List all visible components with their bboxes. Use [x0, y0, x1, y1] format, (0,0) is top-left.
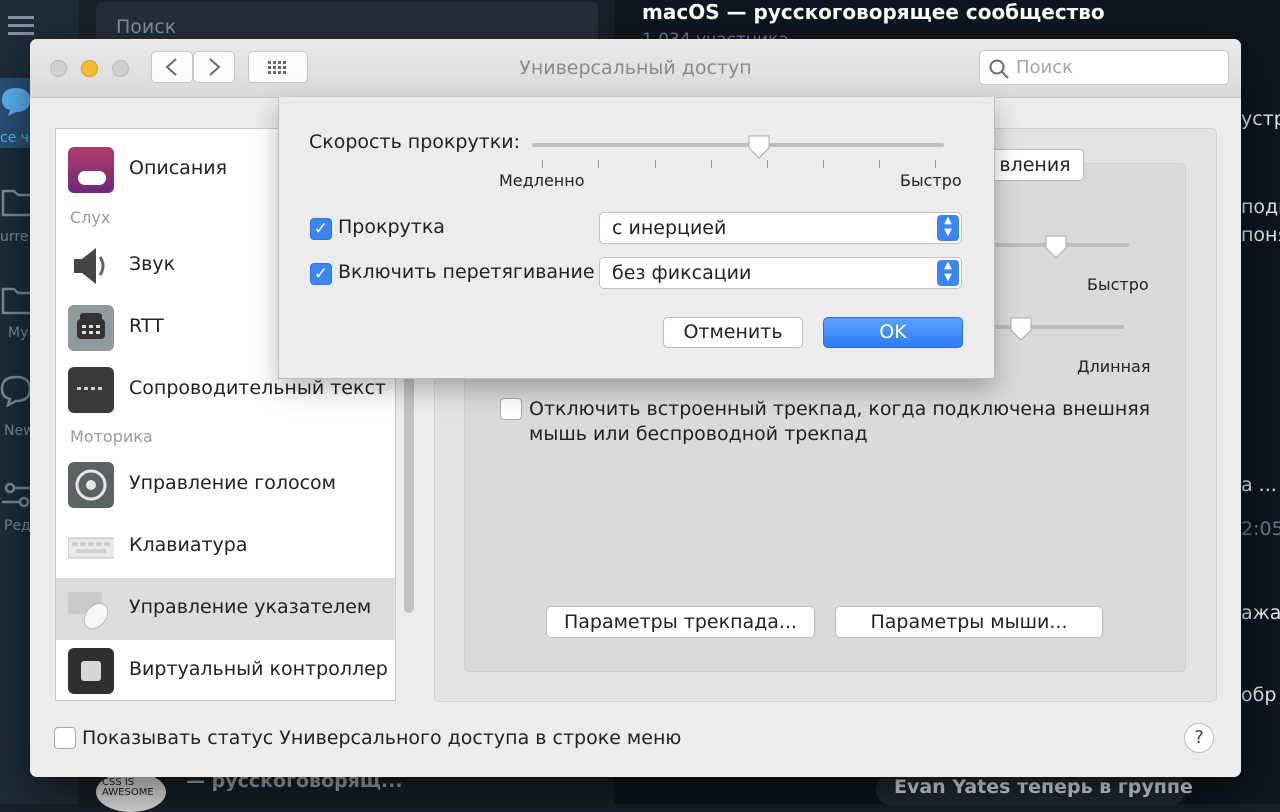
show-status-label: Показывать статус Универсального доступа…: [82, 727, 682, 749]
message-snippet: поня: [1241, 224, 1280, 246]
captions-icon: [68, 147, 114, 193]
sidebar-item-voice-control[interactable]: Управление голосом: [56, 454, 395, 516]
keyboard-icon: [67, 524, 117, 570]
ok-button[interactable]: OK: [823, 317, 963, 348]
scroll-speed-track[interactable]: [532, 143, 944, 147]
sidebar-item-pointer-control[interactable]: Управление указателем: [56, 578, 395, 640]
sidebar-section-hearing: Слух: [70, 208, 111, 227]
tty-phone-icon: [68, 305, 114, 351]
double-click-speed-thumb[interactable]: [1044, 234, 1068, 260]
message-snippet: а ...: [1241, 474, 1277, 496]
show-status-checkbox[interactable]: [54, 727, 76, 749]
scrolling-label: Прокрутка: [338, 216, 445, 238]
sidebar-item-switch-control[interactable]: Виртуальный контроллер: [56, 640, 395, 700]
speaker-icon: [68, 243, 114, 289]
title-bar: Универсальный доступ Поиск: [30, 39, 1241, 98]
chat-title: macOS — русскоговорящее сообщество: [642, 0, 1105, 24]
sidebar-section-motor: Моторика: [70, 427, 153, 446]
service-message: Evan Yates теперь в группе: [876, 772, 1193, 806]
message-snippet: обр: [1241, 684, 1277, 706]
scroll-speed-thumb[interactable]: [747, 134, 771, 160]
mouse-options-button[interactable]: Параметры мыши...: [835, 606, 1103, 638]
spring-loading-delay-thumb[interactable]: [1009, 316, 1033, 342]
scroll-speed-label: Скорость прокрутки:: [309, 131, 520, 153]
disable-trackpad-label-continued: мышь или беспроводной трекпад: [529, 423, 868, 445]
message-snippet: ажае: [1241, 602, 1280, 624]
fast-label: Быстро: [900, 171, 962, 190]
sidebar-item-keyboard[interactable]: Клавиатура: [56, 516, 395, 578]
select-arrows-icon: ▲ ▼: [937, 215, 959, 241]
pointer-control-icon: [68, 586, 114, 632]
switch-control-icon: [68, 648, 114, 694]
disable-trackpad-label: Отключить встроенный трекпад, когда подк…: [529, 398, 1151, 420]
message-snippet: подп: [1241, 196, 1280, 218]
dragging-label: Включить перетягивание: [338, 261, 595, 283]
scrolling-mode-select[interactable]: с инерцией ▲ ▼: [599, 212, 962, 244]
select-arrows-icon: ▲ ▼: [937, 260, 959, 286]
subtitles-icon: [68, 367, 114, 413]
speed-fast-label: Быстро: [1087, 275, 1149, 294]
preferences-search-input[interactable]: Поиск: [979, 50, 1229, 85]
trackpad-options-button[interactable]: Параметры трекпада...: [546, 606, 815, 638]
message-time: 2:05: [1241, 518, 1280, 540]
voice-control-icon: [68, 462, 114, 508]
help-button[interactable]: ?: [1184, 723, 1214, 753]
disable-trackpad-checkbox[interactable]: [500, 398, 522, 420]
avatar[interactable]: CSS IS AWESOME: [96, 772, 166, 812]
message-snippet: устрс: [1241, 108, 1280, 130]
trackpad-options-sheet: Скорость прокрутки: Медленно Быстро ✓ Пр…: [278, 97, 995, 379]
scrolling-checkbox[interactable]: ✓: [310, 218, 332, 240]
delay-long-label: Длинная: [1077, 357, 1151, 376]
cancel-button[interactable]: Отменить: [663, 317, 803, 348]
search-icon: [989, 59, 1009, 79]
dragging-checkbox[interactable]: ✓: [310, 263, 332, 285]
accessibility-preferences-window: Универсальный доступ Поиск Описания Слух…: [30, 39, 1241, 777]
dragging-mode-select[interactable]: без фиксации ▲ ▼: [599, 257, 962, 289]
slow-label: Медленно: [499, 171, 585, 190]
